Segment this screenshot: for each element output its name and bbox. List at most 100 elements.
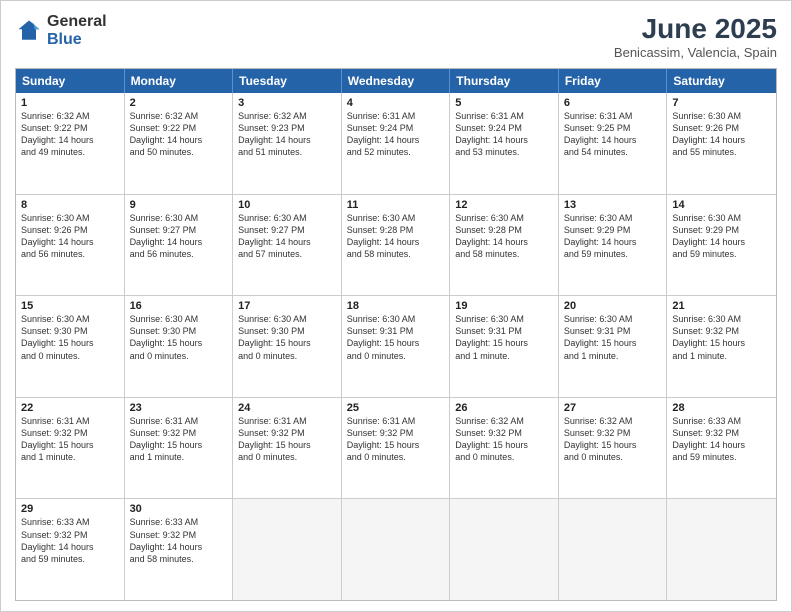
header-monday: Monday (125, 69, 234, 93)
cell-content: Sunrise: 6:31 AM Sunset: 9:32 PM Dayligh… (21, 415, 119, 464)
subtitle: Benicassim, Valencia, Spain (614, 45, 777, 60)
table-row: 6Sunrise: 6:31 AM Sunset: 9:25 PM Daylig… (559, 93, 668, 194)
cell-content: Sunrise: 6:30 AM Sunset: 9:29 PM Dayligh… (672, 212, 771, 261)
header-wednesday: Wednesday (342, 69, 451, 93)
cell-content: Sunrise: 6:30 AM Sunset: 9:26 PM Dayligh… (21, 212, 119, 261)
logo-general-text: General (47, 13, 107, 31)
cell-content: Sunrise: 6:30 AM Sunset: 9:32 PM Dayligh… (672, 313, 771, 362)
table-row: 2Sunrise: 6:32 AM Sunset: 9:22 PM Daylig… (125, 93, 234, 194)
day-number: 12 (455, 199, 553, 211)
cell-content: Sunrise: 6:32 AM Sunset: 9:22 PM Dayligh… (21, 110, 119, 159)
main-title: June 2025 (614, 13, 777, 45)
table-row: 23Sunrise: 6:31 AM Sunset: 9:32 PM Dayli… (125, 398, 234, 499)
cell-content: Sunrise: 6:30 AM Sunset: 9:28 PM Dayligh… (347, 212, 445, 261)
day-number: 24 (238, 402, 336, 414)
day-number: 4 (347, 97, 445, 109)
cell-content: Sunrise: 6:31 AM Sunset: 9:24 PM Dayligh… (347, 110, 445, 159)
calendar-row-1: 8Sunrise: 6:30 AM Sunset: 9:26 PM Daylig… (16, 194, 776, 296)
day-number: 14 (672, 199, 771, 211)
day-number: 25 (347, 402, 445, 414)
calendar-row-2: 15Sunrise: 6:30 AM Sunset: 9:30 PM Dayli… (16, 295, 776, 397)
title-block: June 2025 Benicassim, Valencia, Spain (614, 13, 777, 60)
cell-content: Sunrise: 6:32 AM Sunset: 9:32 PM Dayligh… (564, 415, 662, 464)
calendar-row-4: 29Sunrise: 6:33 AM Sunset: 9:32 PM Dayli… (16, 498, 776, 600)
cell-content: Sunrise: 6:30 AM Sunset: 9:31 PM Dayligh… (564, 313, 662, 362)
table-row: 24Sunrise: 6:31 AM Sunset: 9:32 PM Dayli… (233, 398, 342, 499)
day-number: 30 (130, 503, 228, 515)
table-row: 16Sunrise: 6:30 AM Sunset: 9:30 PM Dayli… (125, 296, 234, 397)
table-row: 18Sunrise: 6:30 AM Sunset: 9:31 PM Dayli… (342, 296, 451, 397)
cell-content: Sunrise: 6:30 AM Sunset: 9:26 PM Dayligh… (672, 110, 771, 159)
calendar-header: Sunday Monday Tuesday Wednesday Thursday… (16, 69, 776, 93)
cell-content: Sunrise: 6:30 AM Sunset: 9:30 PM Dayligh… (130, 313, 228, 362)
table-row: 21Sunrise: 6:30 AM Sunset: 9:32 PM Dayli… (667, 296, 776, 397)
table-row: 10Sunrise: 6:30 AM Sunset: 9:27 PM Dayli… (233, 195, 342, 296)
table-row (233, 499, 342, 600)
table-row: 4Sunrise: 6:31 AM Sunset: 9:24 PM Daylig… (342, 93, 451, 194)
day-number: 21 (672, 300, 771, 312)
table-row: 29Sunrise: 6:33 AM Sunset: 9:32 PM Dayli… (16, 499, 125, 600)
table-row: 27Sunrise: 6:32 AM Sunset: 9:32 PM Dayli… (559, 398, 668, 499)
day-number: 1 (21, 97, 119, 109)
day-number: 7 (672, 97, 771, 109)
header-sunday: Sunday (16, 69, 125, 93)
table-row: 9Sunrise: 6:30 AM Sunset: 9:27 PM Daylig… (125, 195, 234, 296)
day-number: 2 (130, 97, 228, 109)
header-saturday: Saturday (667, 69, 776, 93)
cell-content: Sunrise: 6:33 AM Sunset: 9:32 PM Dayligh… (21, 516, 119, 565)
table-row: 22Sunrise: 6:31 AM Sunset: 9:32 PM Dayli… (16, 398, 125, 499)
calendar: Sunday Monday Tuesday Wednesday Thursday… (15, 68, 777, 601)
calendar-body: 1Sunrise: 6:32 AM Sunset: 9:22 PM Daylig… (16, 93, 776, 600)
day-number: 18 (347, 300, 445, 312)
header-tuesday: Tuesday (233, 69, 342, 93)
table-row: 1Sunrise: 6:32 AM Sunset: 9:22 PM Daylig… (16, 93, 125, 194)
day-number: 13 (564, 199, 662, 211)
table-row (559, 499, 668, 600)
table-row (450, 499, 559, 600)
table-row: 14Sunrise: 6:30 AM Sunset: 9:29 PM Dayli… (667, 195, 776, 296)
table-row: 28Sunrise: 6:33 AM Sunset: 9:32 PM Dayli… (667, 398, 776, 499)
cell-content: Sunrise: 6:33 AM Sunset: 9:32 PM Dayligh… (130, 516, 228, 565)
logo: General Blue (15, 13, 107, 48)
day-number: 23 (130, 402, 228, 414)
day-number: 29 (21, 503, 119, 515)
cell-content: Sunrise: 6:32 AM Sunset: 9:23 PM Dayligh… (238, 110, 336, 159)
day-number: 9 (130, 199, 228, 211)
table-row: 7Sunrise: 6:30 AM Sunset: 9:26 PM Daylig… (667, 93, 776, 194)
cell-content: Sunrise: 6:32 AM Sunset: 9:32 PM Dayligh… (455, 415, 553, 464)
day-number: 5 (455, 97, 553, 109)
table-row: 20Sunrise: 6:30 AM Sunset: 9:31 PM Dayli… (559, 296, 668, 397)
table-row: 11Sunrise: 6:30 AM Sunset: 9:28 PM Dayli… (342, 195, 451, 296)
cell-content: Sunrise: 6:30 AM Sunset: 9:29 PM Dayligh… (564, 212, 662, 261)
table-row: 19Sunrise: 6:30 AM Sunset: 9:31 PM Dayli… (450, 296, 559, 397)
day-number: 15 (21, 300, 119, 312)
table-row (342, 499, 451, 600)
cell-content: Sunrise: 6:30 AM Sunset: 9:31 PM Dayligh… (455, 313, 553, 362)
cell-content: Sunrise: 6:33 AM Sunset: 9:32 PM Dayligh… (672, 415, 771, 464)
header-friday: Friday (559, 69, 668, 93)
day-number: 11 (347, 199, 445, 211)
calendar-row-0: 1Sunrise: 6:32 AM Sunset: 9:22 PM Daylig… (16, 93, 776, 194)
day-number: 22 (21, 402, 119, 414)
cell-content: Sunrise: 6:30 AM Sunset: 9:30 PM Dayligh… (21, 313, 119, 362)
table-row: 12Sunrise: 6:30 AM Sunset: 9:28 PM Dayli… (450, 195, 559, 296)
table-row (667, 499, 776, 600)
table-row: 15Sunrise: 6:30 AM Sunset: 9:30 PM Dayli… (16, 296, 125, 397)
table-row: 26Sunrise: 6:32 AM Sunset: 9:32 PM Dayli… (450, 398, 559, 499)
table-row: 8Sunrise: 6:30 AM Sunset: 9:26 PM Daylig… (16, 195, 125, 296)
table-row: 17Sunrise: 6:30 AM Sunset: 9:30 PM Dayli… (233, 296, 342, 397)
day-number: 17 (238, 300, 336, 312)
cell-content: Sunrise: 6:30 AM Sunset: 9:27 PM Dayligh… (130, 212, 228, 261)
day-number: 20 (564, 300, 662, 312)
day-number: 27 (564, 402, 662, 414)
logo-blue-text: Blue (47, 31, 107, 49)
cell-content: Sunrise: 6:32 AM Sunset: 9:22 PM Dayligh… (130, 110, 228, 159)
cell-content: Sunrise: 6:30 AM Sunset: 9:28 PM Dayligh… (455, 212, 553, 261)
cell-content: Sunrise: 6:31 AM Sunset: 9:25 PM Dayligh… (564, 110, 662, 159)
cell-content: Sunrise: 6:30 AM Sunset: 9:31 PM Dayligh… (347, 313, 445, 362)
cell-content: Sunrise: 6:31 AM Sunset: 9:32 PM Dayligh… (130, 415, 228, 464)
cell-content: Sunrise: 6:30 AM Sunset: 9:30 PM Dayligh… (238, 313, 336, 362)
day-number: 8 (21, 199, 119, 211)
day-number: 6 (564, 97, 662, 109)
day-number: 19 (455, 300, 553, 312)
